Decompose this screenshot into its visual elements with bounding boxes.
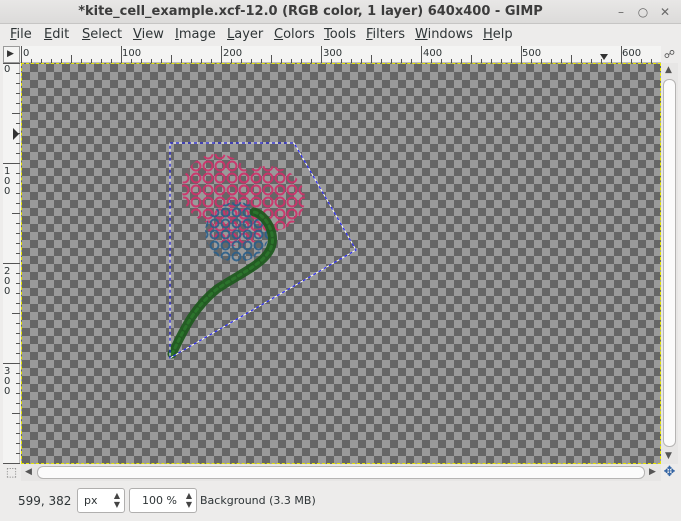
minimize-icon[interactable]: – — [612, 3, 630, 21]
scroll-down-icon[interactable]: ▼ — [665, 451, 672, 461]
vertical-ruler-ticks — [3, 63, 20, 464]
menu-tools[interactable]: Tools — [324, 27, 356, 42]
hruler-label-200: 200 — [223, 48, 243, 59]
scroll-up-icon[interactable]: ▲ — [665, 65, 672, 75]
horizontal-scroll-thumb[interactable] — [37, 466, 645, 479]
quick-mask-icon[interactable]: ⬚ — [3, 464, 20, 481]
unit-value: px — [84, 494, 98, 507]
hruler-label-100: 100 — [122, 48, 142, 59]
vruler-label-0: 0 — [4, 64, 11, 75]
menu-layer[interactable]: Layer — [227, 27, 263, 42]
menu-colors[interactable]: Colors — [274, 27, 315, 42]
menu-edit[interactable]: Edit — [44, 27, 69, 42]
menu-bar: File Edit Select View Image Layer Colors… — [0, 24, 681, 46]
vertical-scrollbar[interactable]: ▲ ▼ — [661, 63, 678, 464]
spin-arrows-icon: ▲ ▼ — [185, 491, 192, 509]
horizontal-ruler[interactable]: 0 100 200 300 400 500 600 — [20, 46, 662, 63]
canvas-artwork — [167, 142, 357, 359]
close-icon[interactable]: ✕ — [656, 3, 674, 21]
menu-view[interactable]: View — [133, 27, 164, 42]
hruler-label-300: 300 — [323, 48, 343, 59]
horizontal-scrollbar[interactable]: ◀ ▶ — [21, 464, 661, 481]
zoom-selector[interactable]: 100 % ▲ ▼ — [129, 488, 197, 513]
pointer-marker-icon — [13, 128, 19, 140]
vruler-label-200: 200 — [4, 266, 11, 297]
menu-help[interactable]: Help — [483, 27, 513, 42]
status-bar: 599, 382 px ▲ ▼ 100 % ▲ ▼ Background (3.3 … — [0, 483, 681, 521]
hruler-label-600: 600 — [622, 48, 642, 59]
hruler-label-500: 500 — [522, 48, 542, 59]
image-canvas[interactable] — [21, 63, 661, 464]
vertical-scroll-thumb[interactable] — [663, 79, 676, 447]
layer-info: Background (3.3 MB) — [200, 494, 316, 507]
vertical-ruler[interactable]: 0 100 200 300 — [3, 63, 20, 464]
menu-filters[interactable]: Filters — [366, 27, 405, 42]
hruler-label-0: 0 — [23, 48, 30, 59]
menu-file[interactable]: File — [10, 27, 32, 42]
scroll-left-icon[interactable]: ◀ — [25, 467, 32, 477]
triangle-right-icon: ▶ — [7, 49, 14, 59]
unit-selector[interactable]: px ▲ ▼ — [77, 488, 125, 513]
menu-image[interactable]: Image — [175, 27, 216, 42]
navigate-icon[interactable]: ✥ — [661, 464, 678, 481]
spin-arrows-icon: ▲ ▼ — [113, 491, 120, 509]
menu-windows[interactable]: Windows — [415, 27, 473, 42]
menu-select[interactable]: Select — [82, 27, 122, 42]
vruler-label-300: 300 — [4, 366, 11, 397]
pointer-coordinates: 599, 382 — [18, 494, 72, 508]
window-title: *kite_cell_example.xcf-12.0 (RGB color, … — [78, 4, 543, 19]
maximize-icon[interactable]: ○ — [634, 3, 652, 21]
vruler-label-100: 100 — [4, 166, 11, 197]
hruler-label-400: 400 — [423, 48, 443, 59]
title-bar: *kite_cell_example.xcf-12.0 (RGB color, … — [0, 0, 681, 24]
scroll-right-icon[interactable]: ▶ — [649, 467, 656, 477]
zoom-image-icon[interactable]: ☍ — [661, 46, 678, 63]
menu-arrow-button[interactable]: ▶ — [3, 46, 20, 63]
zoom-value: 100 % — [142, 494, 177, 507]
